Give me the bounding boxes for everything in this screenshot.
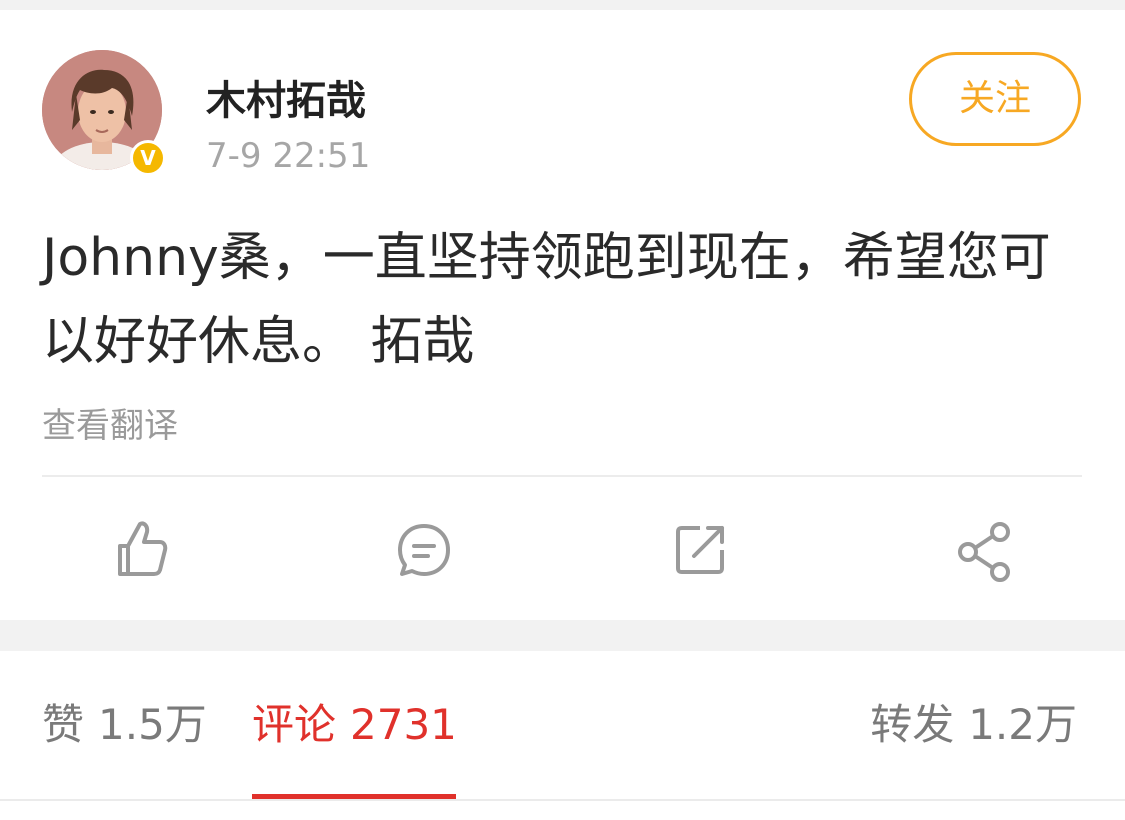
share-button[interactable]: [944, 510, 1024, 590]
comment-button[interactable]: [384, 510, 464, 590]
like-button[interactable]: [102, 510, 182, 590]
weibo-post-card: V 木村拓哉 7-9 22:51 关注 Johnny桑，一直坚持领跑到现在，希望…: [0, 10, 1125, 620]
tab-likes-label: 赞: [42, 700, 85, 749]
tab-reposts[interactable]: 转发 1.2万: [870, 697, 1077, 753]
bottom-area: [0, 801, 1125, 820]
author-name[interactable]: 木村拓哉: [206, 74, 366, 128]
section-gap: [0, 620, 1125, 651]
tab-likes-count: 1.5万: [98, 700, 207, 749]
tab-comments-label: 评论: [252, 700, 337, 749]
repost-button[interactable]: [660, 510, 740, 590]
tab-reposts-label: 转发: [870, 700, 955, 749]
engagement-tabs: 赞 1.5万 评论 2731 转发 1.2万: [0, 651, 1125, 800]
comment-icon: [398, 524, 450, 576]
divider: [42, 475, 1082, 477]
repost-icon: [676, 526, 724, 574]
action-bar: [0, 500, 1125, 600]
follow-button[interactable]: 关注: [909, 52, 1081, 146]
tab-comments[interactable]: 评论 2731: [252, 697, 457, 753]
post-text: Johnny桑，一直坚持领跑到现在，希望您可以好好休息。 拓哉: [42, 228, 1051, 372]
tab-reposts-count: 1.2万: [968, 700, 1077, 749]
tab-comments-count: 2731: [350, 700, 457, 749]
thumbs-up-icon: [118, 521, 168, 576]
share-icon: [958, 522, 1010, 582]
top-spacer: [0, 0, 1125, 10]
tab-likes[interactable]: 赞 1.5万: [42, 697, 207, 753]
post-timestamp: 7-9 22:51: [206, 136, 371, 176]
verified-badge-icon: V: [130, 140, 166, 176]
view-translation-link[interactable]: 查看翻译: [42, 402, 178, 450]
